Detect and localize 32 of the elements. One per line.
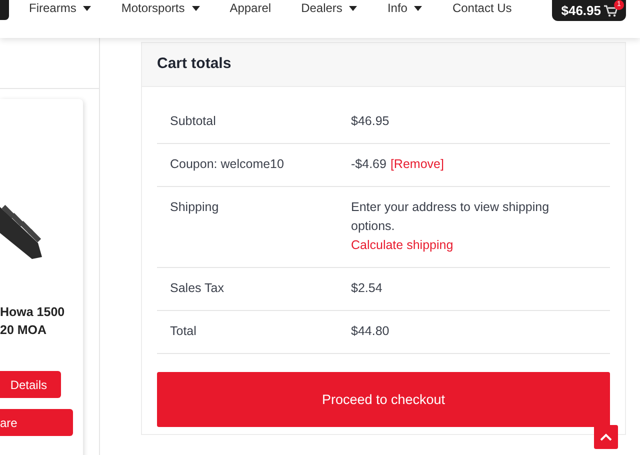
calculate-shipping-link[interactable]: Calculate shipping [351,236,454,255]
caret-icon [83,6,92,10]
scroll-to-top-button[interactable] [594,425,618,449]
panel-title: Cart totals [142,43,625,87]
row-label: Sales Tax [170,280,225,297]
chevron-up-icon [600,433,612,441]
row-label: Shipping [170,199,220,216]
shipping-note: Enter your address to view shipping options. [351,199,550,235]
caret-icon [349,6,358,10]
row-label: Total [170,323,198,340]
row-value: $46.95 [351,114,390,128]
row-value: $2.54 [351,281,382,295]
row-value: -$4.69 [351,157,386,171]
nav-link[interactable]: Firearms [29,1,92,15]
product-title: 20 MOA [0,322,48,339]
checkout-button[interactable]: Proceed to checkout [157,372,610,427]
remove-link[interactable]: [Remove] [390,157,444,171]
product-title: Howa 1500 [0,304,66,321]
product-button[interactable]: Details [0,371,61,398]
nav-link[interactable]: Info [387,1,422,15]
caret-icon [192,6,200,10]
nav-link[interactable]: Motorsports [121,1,200,15]
nav-link[interactable]: Dealers [301,1,358,15]
row-value: $44.80 [351,324,390,338]
nav-link[interactable]: Contact Us [452,1,512,15]
nav-link[interactable]: Apparel [230,1,272,15]
product-button[interactable]: are [0,409,73,436]
row-label: Subtotal [170,113,217,130]
caret-icon [414,6,422,10]
row-label: Coupon: welcome10 [170,156,285,173]
logo-edge [0,0,9,20]
cart-icon [604,4,618,16]
